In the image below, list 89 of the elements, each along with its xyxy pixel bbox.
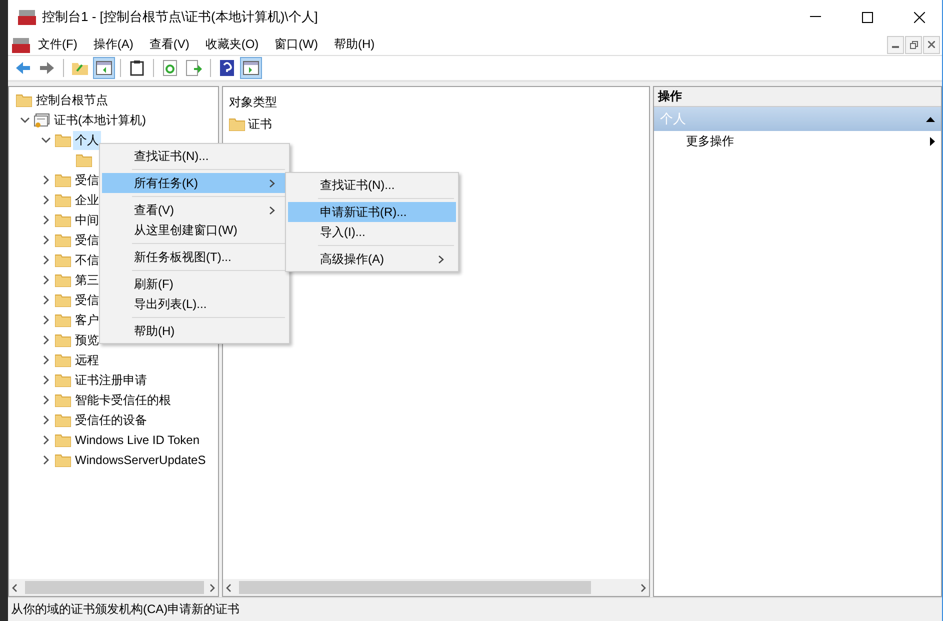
folder-icon — [55, 334, 71, 346]
scroll-left-icon[interactable] — [12, 584, 17, 592]
menu-item[interactable]: 高级操作(A) — [288, 249, 456, 269]
tree-item[interactable]: WindowsServerUpdateS — [75, 452, 206, 468]
folder-icon — [55, 194, 71, 206]
tree-item[interactable]: 受信 — [75, 170, 99, 190]
menu-bar-item[interactable]: 收藏夹(O) — [197, 36, 267, 53]
scroll-left-icon[interactable] — [226, 584, 231, 592]
tree-item[interactable]: 智能卡受信任的根 — [75, 390, 171, 410]
folder-icon — [55, 254, 71, 266]
folder-icon — [55, 434, 71, 446]
folder-icon — [55, 134, 71, 146]
scroll-right-icon[interactable] — [641, 584, 646, 592]
toolbar-button[interactable] — [93, 57, 115, 79]
menu-item[interactable]: 导出列表(L)... — [102, 294, 287, 314]
menu-item[interactable]: 所有任务(K) — [102, 173, 287, 193]
menu-item[interactable]: 帮助(H) — [102, 321, 287, 341]
menu-bar-item[interactable]: 文件(F) — [30, 36, 86, 53]
menu-bar-item[interactable]: 操作(A) — [85, 36, 142, 53]
pane-icon — [243, 61, 259, 75]
tree-item[interactable]: 受信 — [75, 230, 99, 250]
tree-item[interactable]: 客户 — [75, 310, 99, 330]
toolbox-icon — [12, 36, 30, 52]
menu-bar-item[interactable]: 帮助(H) — [326, 36, 383, 53]
folder-icon — [55, 454, 71, 466]
folder-icon — [76, 154, 92, 166]
status-text: 从你的域的证书颁发机构(CA)申请新的证书 — [11, 601, 240, 618]
folder-icon — [16, 94, 32, 106]
folder-icon — [55, 274, 71, 286]
menu-item[interactable]: 新任务板视图(T)... — [102, 247, 287, 267]
folder-icon — [55, 214, 71, 226]
tree-item[interactable]: 企业 — [75, 190, 99, 210]
tree-item[interactable]: 证书(本地计算机) — [54, 110, 146, 130]
pane-icon — [96, 61, 112, 75]
menu-item[interactable]: 查看(V) — [102, 200, 287, 220]
folder-icon — [55, 414, 71, 426]
menu-item[interactable]: 申请新证书(R)... — [288, 202, 456, 222]
tree-item[interactable]: 第三 — [75, 270, 99, 290]
refresh-icon — [163, 60, 177, 76]
minimize-button[interactable] — [887, 36, 904, 54]
menu-item[interactable]: 刷新(F) — [102, 274, 287, 294]
folder-icon — [55, 294, 71, 306]
folder-icon — [229, 118, 245, 130]
tree-item[interactable]: 证书注册申请 — [75, 370, 147, 390]
clipboard-icon — [130, 60, 144, 76]
toolbar-button[interactable] — [240, 57, 262, 79]
folder-icon — [55, 394, 71, 406]
minimize-icon — [810, 16, 820, 18]
tree-item[interactable]: 个人 — [73, 130, 101, 150]
menu-item[interactable]: 导入(I)... — [288, 222, 456, 242]
up-folder-icon — [72, 61, 88, 75]
menu-item[interactable]: 从这里创建窗口(W) — [102, 220, 287, 240]
folder-icon — [55, 234, 71, 246]
close-button[interactable] — [923, 36, 940, 54]
close-icon — [928, 41, 935, 48]
folder-icon — [55, 314, 71, 326]
tree-item[interactable]: Windows Live ID Token — [75, 432, 200, 448]
tree-item[interactable]: 中间 — [75, 210, 99, 230]
menu-bar-item[interactable]: 窗口(W) — [266, 36, 326, 53]
back-arrow-icon — [15, 61, 31, 75]
toolbox-icon — [18, 9, 36, 25]
maximize-icon — [862, 12, 872, 22]
forward-arrow-icon — [39, 61, 55, 75]
export-list-icon — [186, 60, 202, 76]
restore-button[interactable] — [905, 36, 922, 54]
folder-icon — [55, 374, 71, 386]
close-icon — [914, 12, 924, 22]
menu-bar-item[interactable]: 查看(V) — [141, 36, 198, 53]
tree-item[interactable]: 控制台根节点 — [36, 90, 108, 110]
tree-item[interactable]: 受信任的设备 — [75, 410, 147, 430]
tree-item[interactable]: 不信 — [75, 250, 99, 270]
window-title: 控制台1 - [控制台根节点\证书(本地计算机)\个人] — [42, 8, 319, 26]
menu-item[interactable]: 查找证书(N)... — [288, 175, 456, 195]
certificate-icon — [34, 112, 50, 128]
actions-header: 操作 — [654, 87, 941, 107]
scroll-right-icon[interactable] — [210, 584, 215, 592]
horizontal-scrollbar[interactable] — [9, 579, 218, 596]
restore-icon — [910, 40, 918, 48]
horizontal-scrollbar[interactable] — [223, 579, 649, 596]
column-header[interactable]: 对象类型 — [223, 90, 649, 114]
menu-item[interactable]: 查找证书(N)... — [102, 146, 287, 166]
help-icon — [220, 60, 234, 76]
folder-icon — [55, 174, 71, 186]
tree-item[interactable]: 远程 — [75, 350, 99, 370]
tree-item[interactable]: 受信 — [75, 290, 99, 310]
folder-icon — [55, 354, 71, 366]
list-item[interactable]: 证书 — [248, 116, 272, 132]
action-item[interactable]: 更多操作 — [654, 131, 941, 151]
tree-item[interactable]: 预览 — [75, 330, 99, 350]
